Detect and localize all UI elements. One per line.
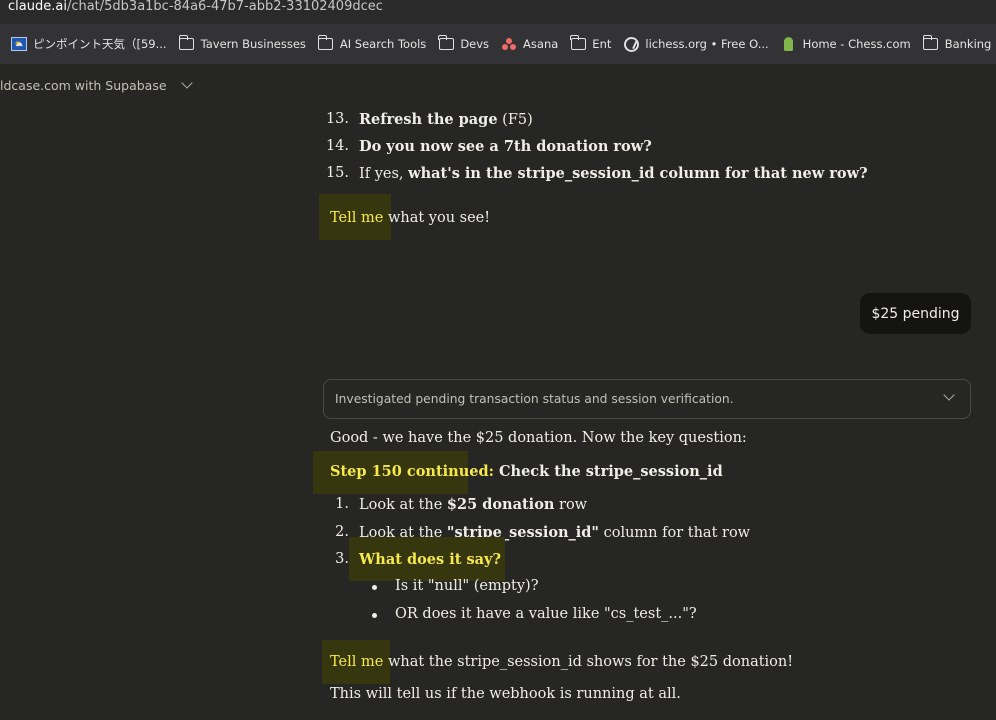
list-number: 3. xyxy=(335,551,349,567)
list-item-suffix: row xyxy=(554,497,588,513)
bookmark-lichess[interactable]: lichess.org • Free O... xyxy=(620,30,777,58)
thinking-summary-toggle[interactable]: Investigated pending transaction status … xyxy=(323,379,971,419)
step-label: Step 150 continued: xyxy=(330,463,494,480)
conversation-title-button[interactable]: ldcase.com with Supabase xyxy=(0,64,193,106)
assistant-intro: Good - we have the $25 donation. Now the… xyxy=(330,430,747,446)
sub-list-item: Is it "null" (empty)? xyxy=(395,578,539,594)
bullet-icon xyxy=(372,585,377,590)
list-item-bold: $25 donation xyxy=(446,496,555,513)
user-message-bubble: $25 pending xyxy=(860,293,971,334)
chevron-down-icon xyxy=(943,389,955,401)
assistant-closing: This will tell us if the webhook is runn… xyxy=(330,686,681,702)
lichess-icon xyxy=(623,36,639,52)
list-item-suffix: column for that row xyxy=(599,525,751,541)
sub-list-item: OR does it have a value like "cs_test_..… xyxy=(395,606,697,622)
folder-icon xyxy=(317,35,334,52)
bookmark-folder-devs[interactable]: Devs xyxy=(435,30,498,58)
step-heading: Step 150 continued: Check the stripe_ses… xyxy=(330,463,723,480)
highlighted-text: Tell me xyxy=(330,654,384,670)
bookmark-folder-ent[interactable]: Ent xyxy=(567,30,620,58)
thinking-summary-text: Investigated pending transaction status … xyxy=(335,392,734,406)
bookmark-folder-banking[interactable]: Banking xyxy=(920,30,996,58)
list-item-prefix: Look at the xyxy=(359,497,447,513)
bookmark-label: Tavern Businesses xyxy=(200,37,306,51)
list-item: What does it say? xyxy=(359,551,501,568)
url-host: claude.ai xyxy=(8,0,67,14)
bookmark-label: AI Search Tools xyxy=(339,37,427,51)
tell-me-line: Tell me what the stripe_session_id shows… xyxy=(330,654,793,670)
asana-icon xyxy=(501,36,517,52)
list-item: If yes, what's in the stripe_session_id … xyxy=(359,165,868,182)
bookmark-label: Devs xyxy=(460,37,490,51)
list-number: 14. xyxy=(325,138,349,154)
list-number: 15. xyxy=(325,165,349,181)
tell-me-rest: what the stripe_session_id shows for the… xyxy=(383,654,794,670)
bookmark-label: ピンポイント天気（[59... xyxy=(33,37,167,51)
tell-me-rest: what you see! xyxy=(383,210,491,226)
list-item: Do you now see a 7th donation row? xyxy=(359,138,652,155)
list-number: 13. xyxy=(325,111,349,127)
step-rest: Check the stripe_session_id xyxy=(493,463,723,480)
list-item-prefix: If yes, xyxy=(359,166,409,182)
list-number: 1. xyxy=(335,496,349,512)
list-item: Look at the $25 donation row xyxy=(359,496,587,513)
url-path: /chat/5db3a1bc-84a6-47b7-abb2-33102409dc… xyxy=(66,0,383,14)
list-number: 2. xyxy=(335,524,349,540)
bookmark-label: Home - Chess.com xyxy=(802,37,911,51)
list-item-suffix: (F5) xyxy=(497,112,533,128)
bookmark-weather[interactable]: ⛅ ピンポイント天気（[59... xyxy=(8,30,176,58)
bookmark-label: Asana xyxy=(523,37,559,51)
bullet-icon xyxy=(372,613,377,618)
bookmark-folder-ai-search[interactable]: AI Search Tools xyxy=(315,30,435,58)
weather-favicon-icon: ⛅ xyxy=(11,36,27,52)
tell-me-line: Tell me what you see! xyxy=(330,210,490,226)
list-item: Refresh the page (F5) xyxy=(359,111,533,128)
folder-icon xyxy=(438,35,454,52)
list-item-text: what's in the stripe_session_id column f… xyxy=(408,165,868,182)
highlighted-text: Tell me xyxy=(330,210,384,226)
chess-pawn-icon xyxy=(781,36,797,52)
bookmark-chess-com[interactable]: Home - Chess.com xyxy=(778,30,920,58)
folder-icon xyxy=(178,35,195,52)
bookmarks-bar: ⛅ ピンポイント天気（[59... Tavern Businesses AI S… xyxy=(0,24,996,64)
chat-area: 13. Refresh the page (F5) 14. Do you now… xyxy=(0,106,996,720)
bookmark-folder-tavern[interactable]: Tavern Businesses xyxy=(176,30,315,58)
list-item-text: Refresh the page xyxy=(359,111,498,128)
chevron-down-icon xyxy=(180,77,193,89)
conversation-title: ldcase.com with Supabase xyxy=(0,77,167,93)
bookmark-asana[interactable]: Asana xyxy=(498,30,567,58)
bookmark-label: Banking xyxy=(944,37,992,51)
bookmark-label: Ent xyxy=(592,37,612,51)
address-bar[interactable]: claude.ai/chat/5db3a1bc-84a6-47b7-abb2-3… xyxy=(0,0,996,24)
folder-icon xyxy=(922,35,939,52)
bookmark-label: lichess.org • Free O... xyxy=(645,37,769,51)
folder-icon xyxy=(570,35,586,52)
